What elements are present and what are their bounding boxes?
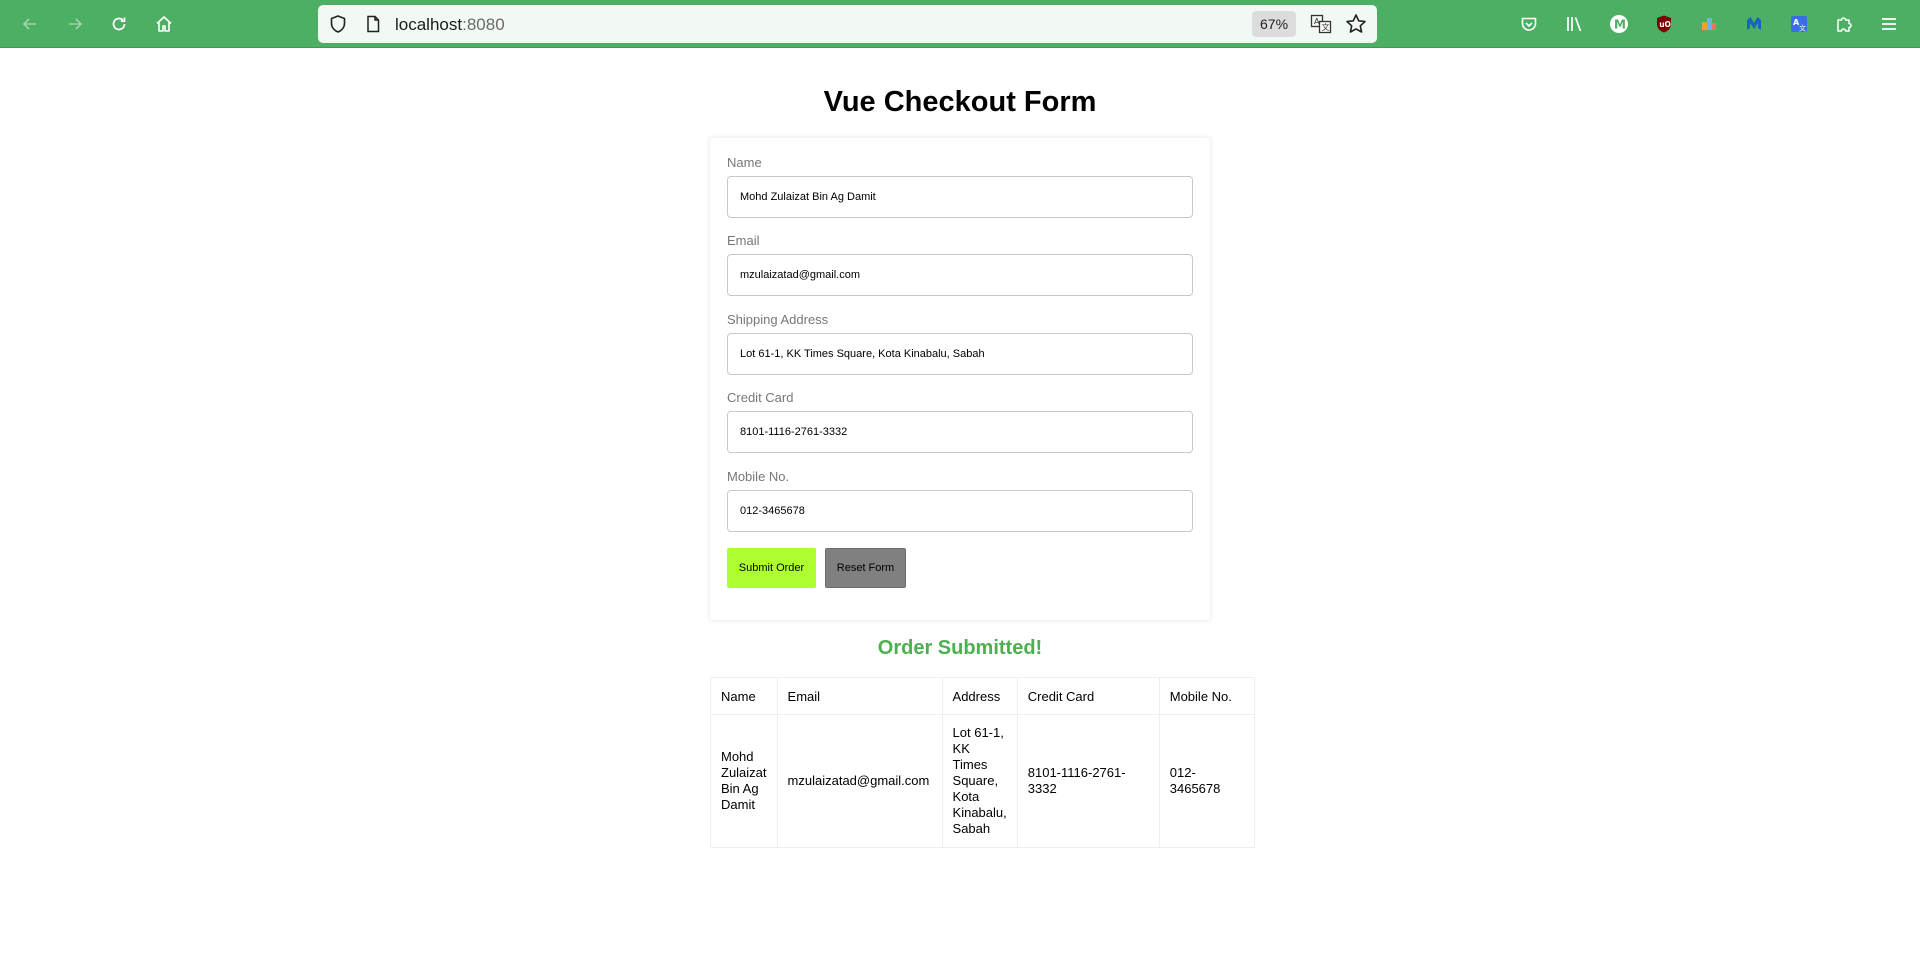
cell-address-line: Kinabalu, (952, 805, 1007, 820)
ublock-icon[interactable]: uO (1646, 6, 1682, 42)
table-header-row: Name Email Address Credit Card Mobile No… (710, 677, 1255, 715)
column-header-name: Name (710, 677, 778, 715)
svg-text:uO: uO (1659, 20, 1671, 29)
zoom-level-badge[interactable]: 67% (1252, 11, 1297, 37)
cell-name-line: Zulaizat (721, 765, 767, 780)
cell-name-line: Damit (721, 797, 755, 812)
forward-arrow-icon[interactable] (57, 6, 93, 42)
svg-text:文: 文 (1322, 22, 1330, 32)
hamburger-menu-icon[interactable] (1871, 6, 1907, 42)
cell-address: Lot 61-1, KK Times Square, Kota Kinabalu… (941, 714, 1018, 848)
cell-address-line: Lot 61-1, (952, 725, 1004, 740)
cell-address-line: Sabah (952, 821, 991, 836)
home-icon[interactable] (146, 6, 182, 42)
cell-address-line: Times (952, 757, 988, 772)
page-title: Vue Checkout Form (823, 86, 1097, 118)
cell-address-line: Kota (952, 789, 980, 804)
puzzle-icon[interactable] (1826, 6, 1862, 42)
reload-icon[interactable] (101, 6, 137, 42)
table-row: Mohd Zulaizat Bin Ag Damit mzulaizatad@g… (710, 714, 1255, 848)
star-icon[interactable] (1345, 13, 1367, 35)
reset-form-button[interactable]: Reset Form (825, 548, 906, 588)
library-icon[interactable] (1556, 6, 1592, 42)
m-extension-icon[interactable]: M (1601, 6, 1637, 42)
browser-toolbar: localhost:8080 67% A 文 M uO A文 (0, 0, 1920, 48)
cell-name-line: Bin Ag (721, 781, 759, 796)
url-port: :8080 (462, 15, 505, 34)
submit-order-button[interactable]: Submit Order (727, 548, 816, 588)
shield-icon[interactable] (328, 14, 348, 34)
column-header-email: Email (776, 677, 943, 715)
cell-credit-card: 8101-1116-2761-3332 (1016, 714, 1160, 848)
cell-address-line: KK (952, 741, 970, 756)
orders-table: Name Email Address Credit Card Mobile No… (710, 677, 1255, 848)
name-label: Name (727, 155, 762, 170)
shipping-address-label: Shipping Address (727, 312, 829, 327)
name-input[interactable] (727, 176, 1193, 218)
translate-icon[interactable]: A 文 (1310, 13, 1332, 35)
address-bar[interactable]: localhost:8080 67% A 文 (318, 5, 1377, 43)
column-header-address: Address (941, 677, 1018, 715)
shipping-address-input[interactable] (727, 333, 1193, 375)
mobile-label: Mobile No. (727, 469, 790, 484)
svg-text:M: M (1614, 18, 1626, 32)
back-arrow-icon[interactable] (12, 6, 48, 42)
credit-card-input[interactable] (727, 411, 1193, 453)
email-label: Email (727, 233, 760, 248)
mobile-input[interactable] (727, 490, 1193, 532)
email-input[interactable] (727, 254, 1193, 296)
cell-mobile: 012-3465678 (1158, 714, 1255, 848)
pocket-icon[interactable] (1511, 6, 1547, 42)
cell-email: mzulaizatad@gmail.com (776, 714, 943, 848)
cell-name: Mohd Zulaizat Bin Ag Damit (710, 714, 778, 848)
credit-card-label: Credit Card (727, 390, 794, 405)
svg-text:文: 文 (1799, 24, 1806, 33)
url-host: localhost (395, 15, 463, 34)
url-text[interactable]: localhost:8080 (395, 15, 505, 35)
malwarebytes-icon[interactable] (1736, 6, 1772, 42)
cell-name-line: Mohd (721, 749, 754, 764)
checkout-form: Name Email Shipping Address Credit Card … (710, 138, 1210, 620)
page-icon[interactable] (363, 14, 383, 34)
color-extension-icon[interactable] (1691, 6, 1727, 42)
translate-extension-icon[interactable]: A文 (1781, 6, 1817, 42)
cell-address-line: Square, (952, 773, 999, 788)
order-submitted-heading: Order Submitted! (877, 637, 1043, 659)
column-header-mobile: Mobile No. (1158, 677, 1255, 715)
column-header-credit-card: Credit Card (1016, 677, 1160, 715)
